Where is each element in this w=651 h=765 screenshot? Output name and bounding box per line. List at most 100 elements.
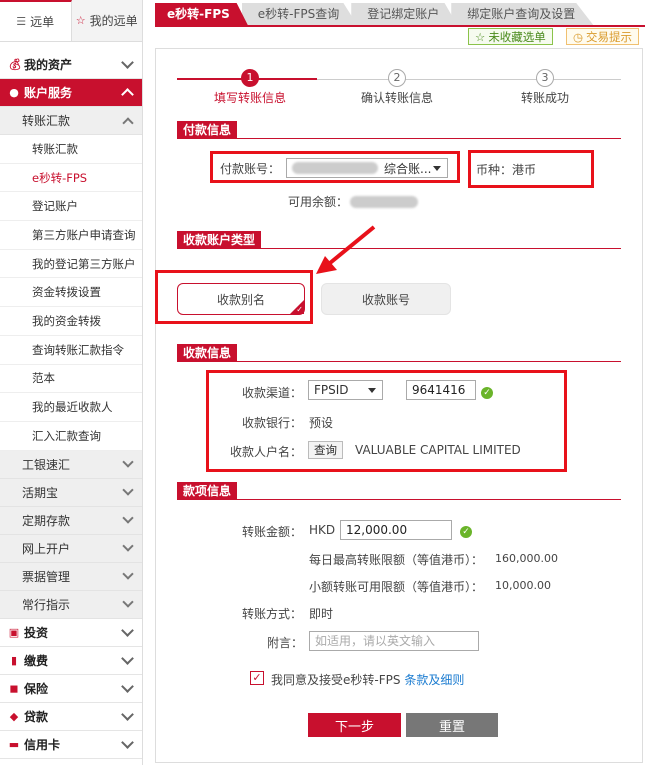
chevron-down-icon — [121, 679, 134, 693]
sidebar-submenu-item[interactable]: 常行指示 — [0, 590, 142, 619]
channel-label: 收款渠道： — [242, 386, 303, 400]
sidebar-leaf-item[interactable]: 我的登记第三方账户 — [0, 249, 142, 279]
sidebar-leaf-item[interactable]: 我的资金转拨 — [0, 307, 142, 336]
section-payee-type: 收款账户类型 — [177, 231, 621, 249]
sidebar: ☰ 远单 ☆ 我的远单 💰︎ 我的资产 ● 账户服务 转账汇款 转账汇款 e秒转-FP… — [0, 0, 143, 765]
sidebar-tab-menu[interactable]: ☰ 远单 — [0, 0, 72, 41]
chevron-down-icon — [121, 56, 134, 69]
menu-chart[interactable]: ▮ 缴费 — [0, 646, 142, 675]
small-limit-label: 小额转账可用限额（等值港币）： — [309, 580, 484, 594]
user-icon: ● — [9, 86, 19, 99]
check-icon: ✓ — [296, 305, 303, 314]
fps-id-input[interactable]: 9641416 — [406, 380, 476, 400]
agree-text: 我同意及接受e秒转-FPS 条款及细则 — [271, 673, 465, 687]
tab-binding-query[interactable]: 绑定账户查询及设置 — [451, 3, 594, 25]
favorite-button[interactable]: ☆ 未收藏选单 — [468, 28, 553, 45]
chevron-up-icon — [121, 88, 134, 101]
chevron-up-icon — [122, 116, 134, 129]
payee-type-account[interactable]: 收款账号 — [321, 283, 451, 315]
menu-my-assets[interactable]: 💰︎ 我的资产 — [0, 51, 142, 79]
next-button[interactable]: 下一步 — [308, 713, 401, 737]
tab-register-binding[interactable]: 登记绑定账户 — [351, 3, 458, 25]
sidebar-leaf-item[interactable]: 转账汇款 — [0, 135, 142, 164]
tip-button[interactable]: ◷ 交易提示 — [566, 28, 640, 45]
chevron-down-icon — [121, 651, 134, 665]
reset-button[interactable]: 重置 — [406, 713, 498, 737]
section-payment: 付款信息 — [177, 121, 621, 139]
channel-select[interactable]: FPSID — [308, 380, 383, 400]
amount-input[interactable]: 12,000.00 — [340, 520, 452, 540]
agree-checkbox[interactable]: ✓ — [250, 671, 264, 685]
sidebar-leaf-item[interactable]: 资金转拨设置 — [0, 278, 142, 308]
sidebar-leaf-item[interactable]: 第三方账户申请查询 — [0, 221, 142, 250]
sidebar-leaf-item[interactable]: 查询转账汇款指令 — [0, 335, 142, 365]
bank-value: 预设 — [309, 416, 334, 430]
section-amount: 款项信息 — [177, 482, 621, 500]
masked-balance — [350, 195, 419, 208]
menu-lock[interactable]: ◼ 保险 — [0, 674, 142, 703]
sidebar-leaf-item[interactable]: 汇入汇款查询 — [0, 421, 142, 451]
menu-diamond[interactable]: ◆ 贷款 — [0, 702, 142, 731]
bank-label: 收款银行： — [242, 416, 303, 430]
chart-icon: ▮ — [10, 653, 18, 667]
step-2: 2 确认转账信息 — [360, 69, 433, 105]
masked-account — [292, 162, 378, 174]
invest-icon: ▣ — [8, 625, 20, 639]
payee-name-value: VALUABLE CAPITAL LIMITED — [355, 443, 521, 457]
sidebar-submenu-item[interactable]: 网上开户 — [0, 534, 142, 563]
chevron-down-icon — [121, 707, 134, 721]
sidebar-tab-my-menu[interactable]: ☆ 我的远单 — [72, 0, 143, 41]
step-3: 3 转账成功 — [520, 69, 569, 105]
sidebar-submenu-item[interactable]: 定期存款 — [0, 506, 142, 535]
payment-account-select[interactable]: 综合账... — [286, 158, 448, 178]
diamond-icon: ◆ — [9, 709, 19, 723]
lock-icon: ◼ — [9, 681, 19, 695]
menu-card[interactable]: ▬ 信用卡 — [0, 730, 142, 759]
sidebar-leaf-item[interactable]: e秒转-FPS — [0, 163, 142, 193]
method-label: 转账方式： — [242, 607, 303, 621]
payee-name-label: 收款人户名： — [230, 445, 303, 459]
top-tabs: e秒转-FPS e秒转-FPS查询 登记绑定账户 绑定账户查询及设置 — [155, 3, 594, 25]
small-limit-value: 10,000.00 — [495, 579, 551, 592]
sidebar-submenu-item[interactable]: 工银速汇 — [0, 450, 142, 479]
balance-label: 可用余额： — [288, 193, 419, 210]
tab-fps[interactable]: e秒转-FPS — [155, 3, 248, 25]
check-circle-icon: ✓ — [481, 387, 493, 399]
sidebar-menu: 💰︎ 我的资产 ● 账户服务 转账汇款 转账汇款 e秒转-FPS 登记账户 第三方账户申请… — [0, 51, 142, 759]
menu-account-services[interactable]: ● 账户服务 — [0, 79, 142, 107]
star-icon: ☆ — [75, 14, 86, 27]
tab-fps-query[interactable]: e秒转-FPS查询 — [241, 3, 358, 25]
check-circle-icon: ✓ — [460, 526, 472, 538]
menu-invest[interactable]: ▣ 投资 — [0, 618, 142, 647]
chevron-down-icon — [122, 596, 134, 608]
chevron-down-icon — [122, 484, 134, 496]
bottom-menu: ▣ 投资 ▮ 缴费 ◼ 保险 ◆ 贷款 ▬ 信用卡 — [0, 618, 142, 759]
chevron-down-icon — [122, 568, 134, 580]
sidebar-leaf-item[interactable]: 范本 — [0, 364, 142, 394]
main-panel: e秒转-FPS e秒转-FPS查询 登记绑定账户 绑定账户查询及设置 ☆ 未收藏… — [155, 0, 645, 765]
terms-link[interactable]: 条款及细则 — [404, 673, 464, 687]
dropdown-arrow-icon — [433, 166, 441, 171]
chevron-down-icon — [121, 623, 134, 637]
payee-type-alias[interactable]: 收款别名 ✓ — [177, 283, 305, 315]
clock-icon: ◷ — [573, 29, 584, 44]
sidebar-submenu-item[interactable]: 活期宝 — [0, 478, 142, 507]
currency-label: 币种：港币 — [476, 163, 537, 177]
daily-limit-value: 160,000.00 — [495, 552, 558, 565]
query-button[interactable]: 查询 — [308, 441, 343, 459]
amount-currency: HKD — [309, 523, 336, 537]
step-1: 1 填写转账信息 — [213, 69, 286, 105]
daily-limit-label: 每日最高转账限额（等值港币）： — [309, 553, 484, 567]
tab-underline — [155, 25, 645, 27]
card-icon: ▬ — [8, 737, 20, 751]
star-icon: ☆ — [475, 29, 486, 44]
remark-label: 附言： — [267, 636, 304, 650]
sidebar-tabs: ☰ 远单 ☆ 我的远单 — [0, 0, 142, 42]
sidebar-leaf-item[interactable]: 我的最近收款人 — [0, 393, 142, 422]
payment-account-label: 付款账号： — [220, 162, 281, 176]
remark-input[interactable]: 如适用，请以英文输入 — [309, 631, 479, 651]
submenu-transfer[interactable]: 转账汇款 — [0, 107, 142, 135]
money-bag-icon: 💰︎ — [8, 58, 22, 71]
sidebar-leaf-item[interactable]: 登记账户 — [0, 192, 142, 222]
sidebar-submenu-item[interactable]: 票据管理 — [0, 562, 142, 591]
